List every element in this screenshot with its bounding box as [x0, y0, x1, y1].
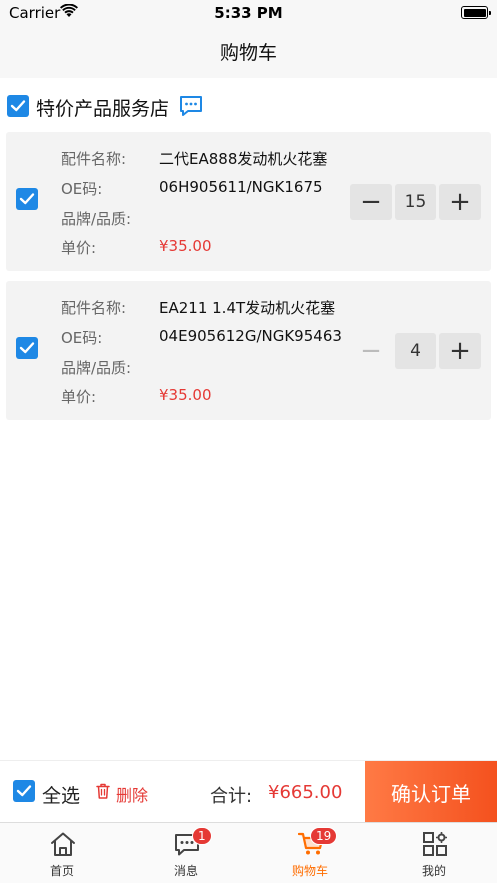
total-label: 合计: [210, 786, 253, 807]
tab-cart-label: 购物车 [291, 864, 328, 878]
brand-label: 品牌/品质: [61, 210, 132, 228]
checkmark-icon [16, 785, 32, 797]
message-badge: 1 [192, 827, 212, 845]
delete-button[interactable]: 删除 [116, 782, 148, 806]
select-all-checkbox[interactable] [13, 780, 35, 802]
select-all-label[interactable]: 全选 [42, 781, 80, 808]
quantity-stepper: − 4 + [350, 333, 481, 369]
store-name[interactable]: 特价产品服务店 [36, 94, 169, 121]
oe-value: 06H905611/NGK1675 [159, 178, 323, 196]
checkout-bar: 全选 删除 合计: ¥665.00 确认订单 [0, 760, 497, 823]
checkmark-icon [19, 342, 35, 354]
confirm-order-button[interactable]: 确认订单 [365, 761, 497, 823]
increase-button[interactable]: + [439, 184, 481, 220]
decrease-button[interactable]: − [350, 333, 392, 369]
part-name-value: EA211 1.4T发动机火花塞 [159, 299, 336, 317]
nav-bar: 购物车 [0, 26, 497, 78]
tab-home-label: 首页 [49, 864, 74, 878]
tab-cart[interactable]: 19 购物车 [248, 823, 372, 883]
battery-icon [461, 6, 491, 19]
trash-icon[interactable] [96, 783, 110, 799]
tab-messages-label: 消息 [173, 864, 198, 878]
part-name-label: 配件名称: [61, 150, 127, 168]
tab-bar: 首页 1 消息 19 购物车 我的 [0, 822, 497, 883]
clock: 5:33 PM [214, 4, 283, 22]
cart-item: 配件名称: 二代EA888发动机火花塞 OE码: 06H905611/NGK16… [6, 132, 491, 271]
quantity-value[interactable]: 15 [395, 184, 436, 220]
status-bar: Carrier 5:33 PM [0, 0, 497, 26]
checkmark-icon [19, 193, 35, 205]
brand-label: 品牌/品质: [61, 359, 132, 377]
quantity-value[interactable]: 4 [395, 333, 436, 369]
tab-home[interactable]: 首页 [0, 823, 124, 883]
unit-price-value: ¥35.00 [159, 237, 212, 255]
total-value: ¥665.00 [268, 782, 343, 803]
tab-profile-label: 我的 [421, 864, 446, 878]
unit-price-label: 单价: [61, 388, 97, 406]
store-checkbox[interactable] [7, 95, 29, 117]
grid-settings-icon [423, 832, 447, 856]
checkmark-icon [10, 100, 26, 112]
item-checkbox[interactable] [16, 188, 38, 210]
store-header: 特价产品服务店 [0, 82, 497, 128]
oe-label: OE码: [61, 329, 103, 347]
tab-messages[interactable]: 1 消息 [124, 823, 248, 883]
item-checkbox[interactable] [16, 337, 38, 359]
home-icon [51, 832, 75, 856]
chat-icon[interactable] [179, 95, 203, 117]
part-name-label: 配件名称: [61, 299, 127, 317]
decrease-button[interactable]: − [350, 184, 392, 220]
unit-price-value: ¥35.00 [159, 386, 212, 404]
cart-badge: 19 [310, 827, 338, 845]
oe-label: OE码: [61, 180, 103, 198]
quantity-stepper: − 15 + [350, 184, 481, 220]
tab-profile[interactable]: 我的 [372, 823, 496, 883]
part-name-value: 二代EA888发动机火花塞 [159, 150, 328, 168]
cart-item: 配件名称: EA211 1.4T发动机火花塞 OE码: 04E905612G/N… [6, 281, 491, 420]
oe-value: 04E905612G/NGK95463 [159, 327, 342, 345]
page-title: 购物车 [219, 42, 277, 64]
increase-button[interactable]: + [439, 333, 481, 369]
unit-price-label: 单价: [61, 239, 97, 257]
